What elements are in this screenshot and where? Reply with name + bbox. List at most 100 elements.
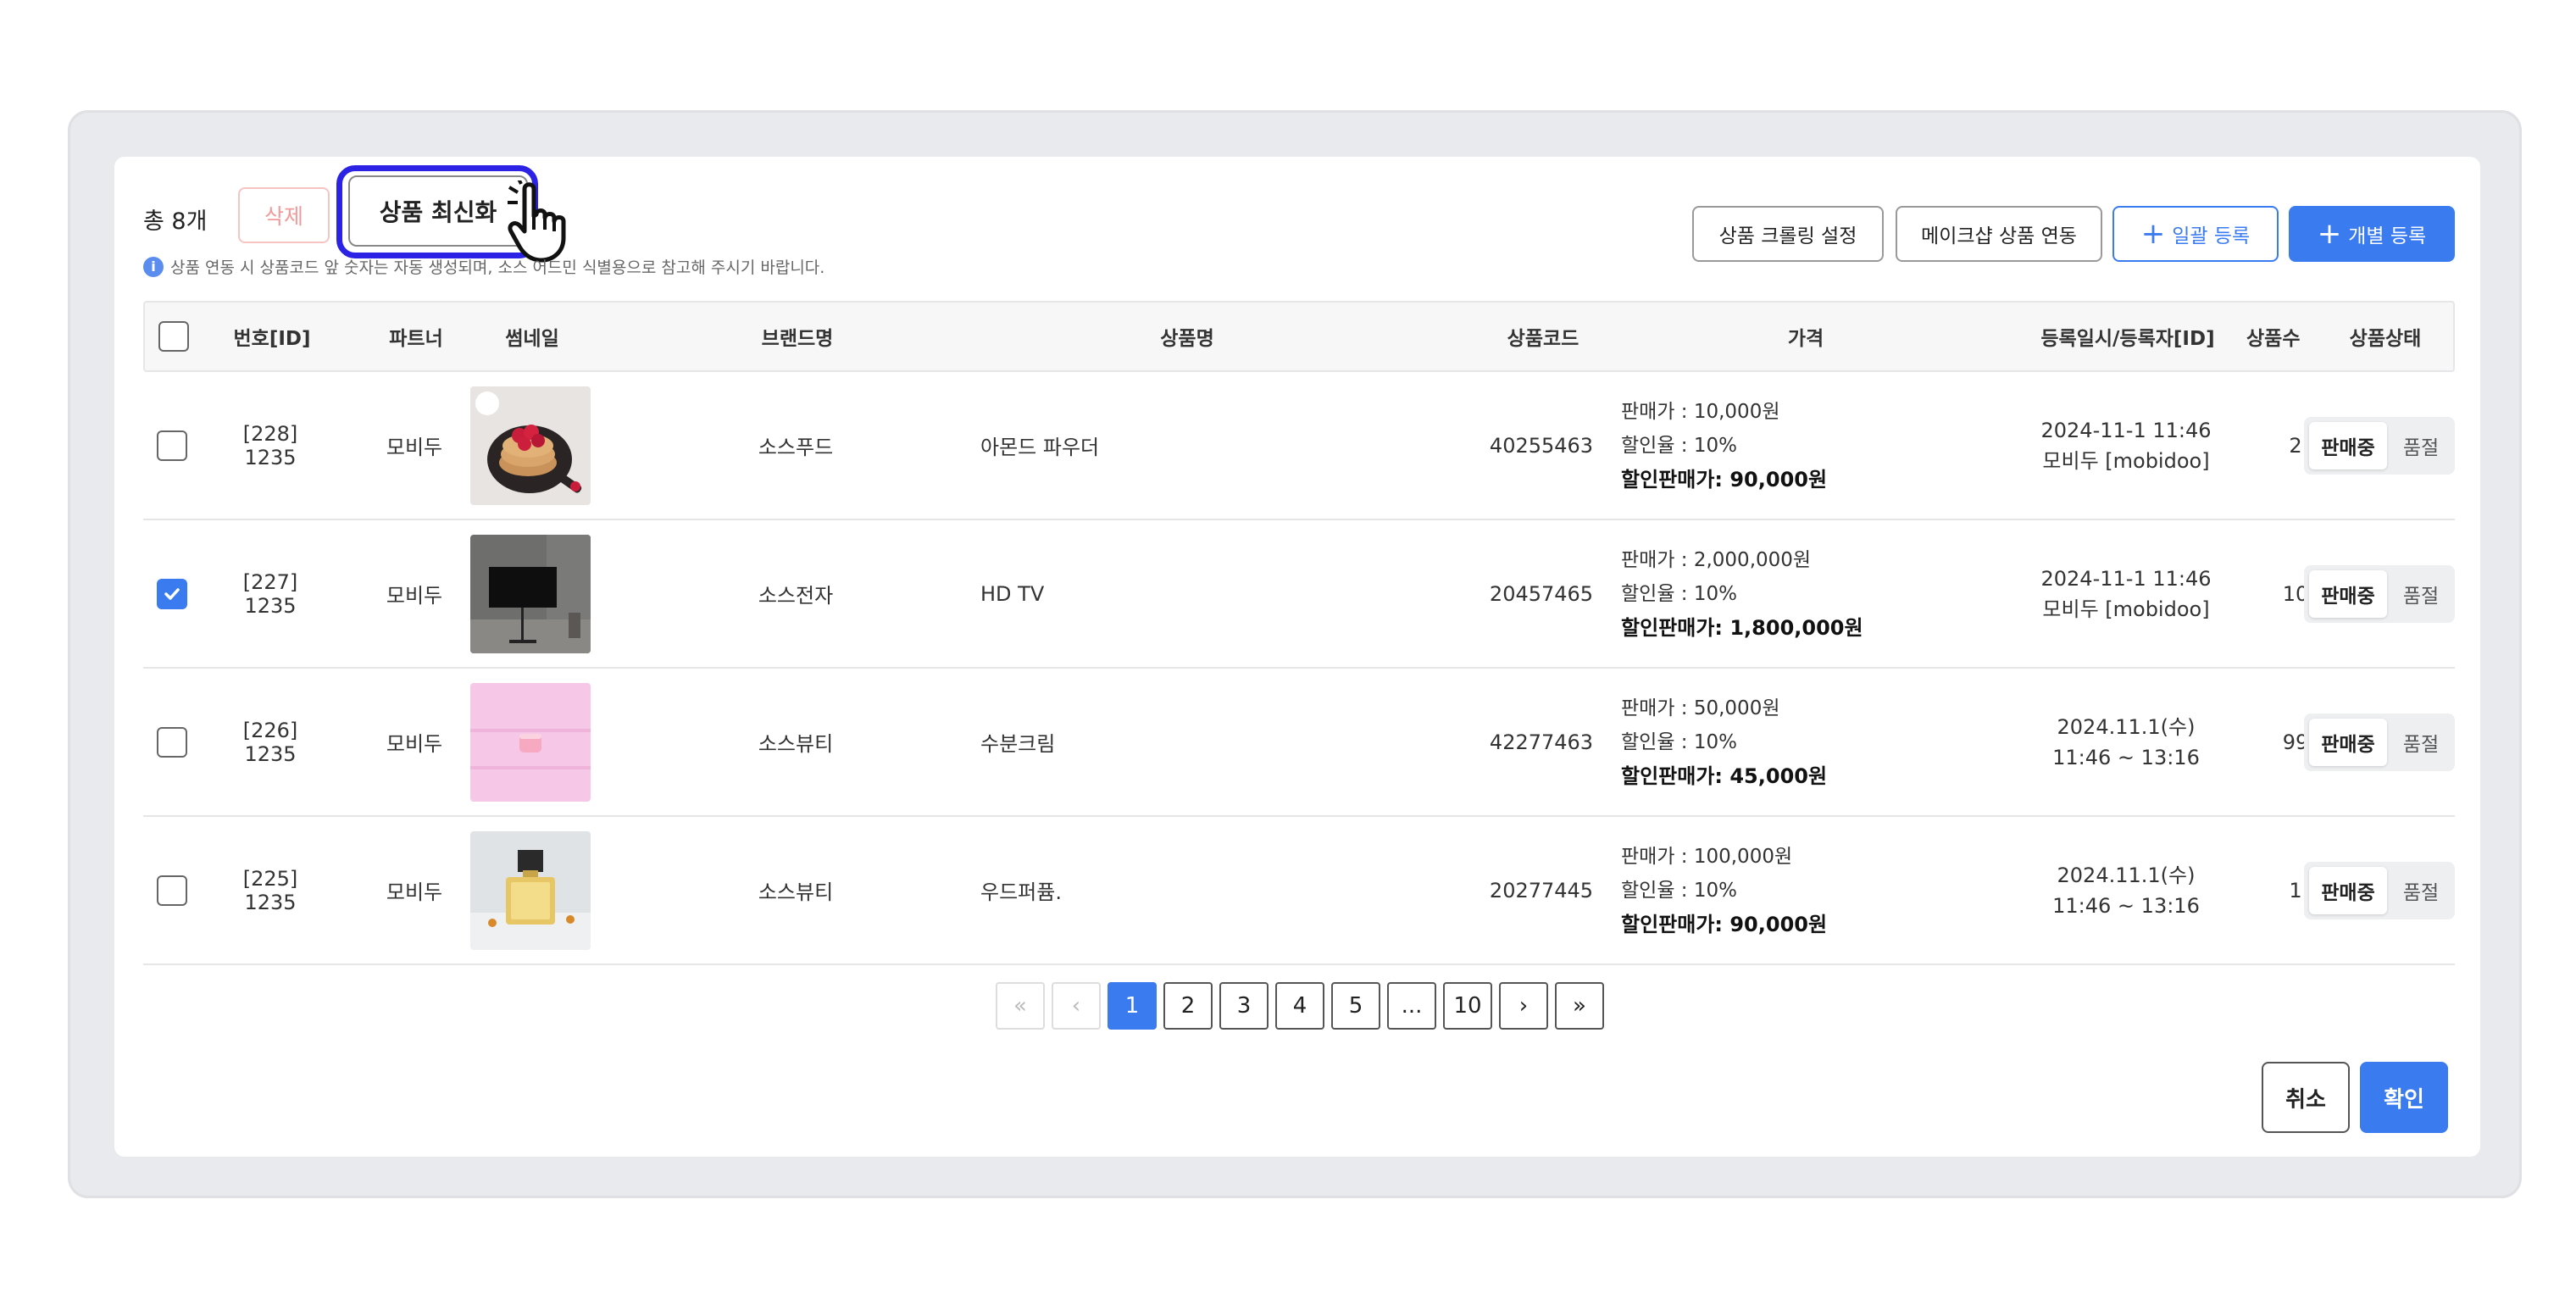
makeshop-sync-button[interactable]: 메이크샵 상품 연동 <box>1896 206 2102 262</box>
product-table: 번호[ID] 파트너 썸네일 브랜드명 상품명 상품코드 가격 등록일시/등록자… <box>143 301 2455 965</box>
header-id[interactable]: 번호[ID] <box>213 303 331 370</box>
row-discount-rate: 할인율 : 10% <box>1621 434 1737 457</box>
refresh-products-button[interactable]: 상품 최신화 <box>348 175 528 247</box>
header-product-name[interactable]: 상품명 <box>1128 303 1246 370</box>
row-sale-price: 판매가 : 10,000원 <box>1621 400 1780 423</box>
row-product-name[interactable]: HD TV <box>980 520 1319 667</box>
row-thumbnail <box>470 520 591 667</box>
row-select-cell <box>157 520 187 667</box>
status-on-sale[interactable]: 판매중 <box>2309 718 2387 766</box>
status-on-sale[interactable]: 판매중 <box>2309 569 2387 618</box>
header-partner[interactable]: 파트너 <box>365 303 467 370</box>
row-price: 판매가 : 100,000원 할인율 : 10% 할인판매가: 90,000원 <box>1621 817 1892 963</box>
row-sale-price: 판매가 : 2,000,000원 <box>1621 548 1812 571</box>
row-checkbox[interactable] <box>157 875 187 906</box>
row-product-name[interactable]: 수분크림 <box>980 669 1319 815</box>
table-header: 번호[ID] 파트너 썸네일 브랜드명 상품명 상품코드 가격 등록일시/등록자… <box>143 301 2455 372</box>
status-toggle[interactable]: 판매중 품절 <box>2304 564 2455 623</box>
row-brand: 소스푸드 <box>758 436 834 459</box>
single-register-button[interactable]: + 개별 등록 <box>2289 206 2455 262</box>
row-discount-price: 할인판매가: 45,000원 <box>1621 764 1828 788</box>
row-partner: 모비두 <box>386 436 443 459</box>
header-price[interactable]: 가격 <box>1755 303 1857 370</box>
row-checkbox[interactable] <box>157 578 187 609</box>
row-price: 판매가 : 50,000원 할인율 : 10% 할인판매가: 45,000원 <box>1621 669 1892 815</box>
status-sold-out[interactable]: 품절 <box>2392 570 2450 618</box>
page-button-4[interactable]: 4 <box>1275 982 1324 1030</box>
row-discount-rate: 할인율 : 10% <box>1621 582 1737 605</box>
row-id: [226] 1235 <box>211 669 330 815</box>
row-registered-by: 모비두 [mobidoo] <box>2042 448 2210 473</box>
row-price: 판매가 : 10,000원 할인율 : 10% 할인판매가: 90,000원 <box>1621 372 1892 519</box>
status-sold-out[interactable]: 품절 <box>2392 719 2450 766</box>
row-product-code: 42277463 <box>1489 730 1594 754</box>
modal-backdrop-frame: 총 8개 삭제 상품 최신화 i 상품 연동 시 상품코드 앞 숫자는 자동 생… <box>68 110 2522 1198</box>
row-registered-date: 2024-11-1 11:46 <box>2040 418 2212 442</box>
row-id-sub: 1235 <box>244 890 297 914</box>
last-page-button[interactable]: » <box>1555 982 1604 1030</box>
row-discount-rate: 할인율 : 10% <box>1621 730 1737 753</box>
page-button-10[interactable]: 10 <box>1443 982 1492 1030</box>
delete-button[interactable]: 삭제 <box>238 187 330 243</box>
table-row: [228] 1235 모비두 소스푸드 아몬드 파우더 40255463 판매가… <box>143 372 2455 520</box>
row-registered: 2024.11.1(수) 11:46 ~ 13:16 <box>1999 669 2253 815</box>
row-product-code: 20457465 <box>1489 581 1594 606</box>
status-sold-out[interactable]: 품절 <box>2392 867 2450 914</box>
header-product-code[interactable]: 상품코드 <box>1484 303 1602 370</box>
row-product-code: 40255463 <box>1489 433 1594 458</box>
header-thumbnail: 썸네일 <box>505 328 559 350</box>
row-registered-by: 모비두 [mobidoo] <box>2042 597 2210 621</box>
row-id-number: [226] <box>242 718 298 742</box>
row-checkbox[interactable] <box>157 430 187 461</box>
status-on-sale[interactable]: 판매중 <box>2309 421 2387 469</box>
select-all-checkbox[interactable] <box>158 321 189 352</box>
row-checkbox[interactable] <box>157 726 187 758</box>
row-registered-date: 2024.11.1(수) <box>2057 863 2196 887</box>
status-toggle[interactable]: 판매중 품절 <box>2304 416 2455 475</box>
row-partner: 모비두 <box>386 880 443 904</box>
checkmark-icon <box>164 587 180 600</box>
row-brand: 소스전자 <box>758 584 834 608</box>
single-register-label: 개별 등록 <box>2348 225 2427 247</box>
cancel-button[interactable]: 취소 <box>2262 1062 2350 1133</box>
status-toggle[interactable]: 판매중 품절 <box>2304 713 2455 771</box>
plus-icon: + <box>2317 217 2342 251</box>
page-button-1[interactable]: 1 <box>1108 982 1157 1030</box>
row-product-code: 20277445 <box>1489 878 1594 902</box>
header-brand[interactable]: 브랜드명 <box>738 303 857 370</box>
next-page-button[interactable]: › <box>1499 982 1548 1030</box>
row-id-number: [227] <box>242 569 298 594</box>
table-row: [226] 1235 모비두 소스뷰티 수분크림 42277463 판매가: … <box>143 669 2455 817</box>
status-toggle[interactable]: 판매중 품절 <box>2304 861 2455 919</box>
tv-thumbnail-image <box>470 534 591 653</box>
row-select-cell <box>157 372 187 519</box>
pointer-hand-icon <box>508 180 566 263</box>
crawl-settings-button[interactable]: 상품 크롤링 설정 <box>1692 206 1884 262</box>
row-discount-price: 할인판매가: 90,000원 <box>1621 467 1828 491</box>
first-page-button[interactable]: « <box>996 982 1045 1030</box>
row-id-sub: 1235 <box>244 445 297 469</box>
page-ellipsis: ... <box>1387 982 1436 1030</box>
pancake-thumbnail-image <box>470 386 591 505</box>
info-icon: i <box>143 256 164 277</box>
row-id: [227] 1235 <box>211 520 330 667</box>
confirm-button[interactable]: 확인 <box>2360 1062 2448 1133</box>
page-button-2[interactable]: 2 <box>1163 982 1213 1030</box>
page-button-3[interactable]: 3 <box>1219 982 1269 1030</box>
row-product-name[interactable]: 우드퍼퓸. <box>980 817 1319 963</box>
status-on-sale[interactable]: 판매중 <box>2309 866 2387 914</box>
row-sale-price: 판매가 : 50,000원 <box>1621 697 1780 719</box>
row-product-name[interactable]: 아몬드 파우더 <box>980 372 1319 519</box>
row-thumbnail <box>470 372 591 519</box>
bulk-register-button[interactable]: + 일괄 등록 <box>2112 206 2279 262</box>
header-status: 상품상태 <box>2349 328 2422 350</box>
prev-page-button[interactable]: ‹ <box>1052 982 1101 1030</box>
product-list-panel: 총 8개 삭제 상품 최신화 i 상품 연동 시 상품코드 앞 숫자는 자동 생… <box>114 157 2480 1157</box>
row-id-number: [228] <box>242 421 298 446</box>
cream-thumbnail-image <box>470 682 591 802</box>
row-brand: 소스뷰티 <box>758 880 834 904</box>
row-registered: 2024-11-1 11:46 모비두 [mobidoo] <box>1999 372 2253 519</box>
perfume-thumbnail-image <box>470 830 591 950</box>
status-sold-out[interactable]: 품절 <box>2392 422 2450 469</box>
page-button-5[interactable]: 5 <box>1331 982 1380 1030</box>
